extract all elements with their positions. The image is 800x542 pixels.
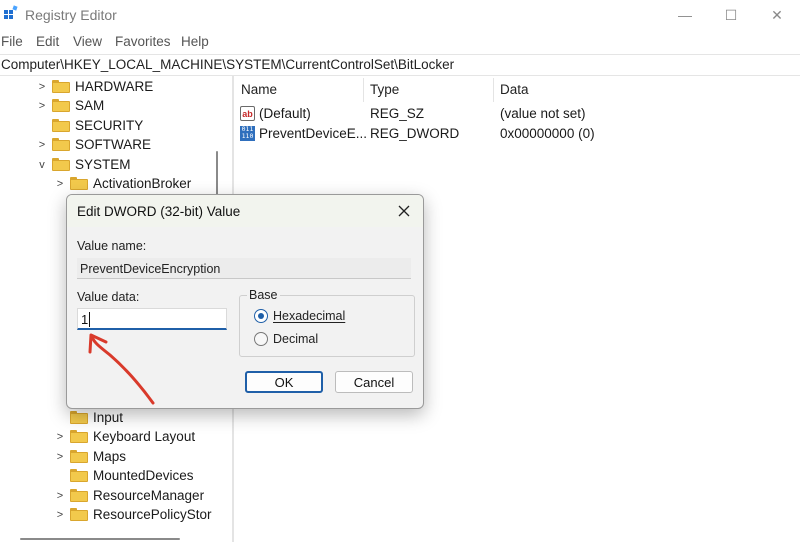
- annotation-arrow-icon: [88, 333, 155, 405]
